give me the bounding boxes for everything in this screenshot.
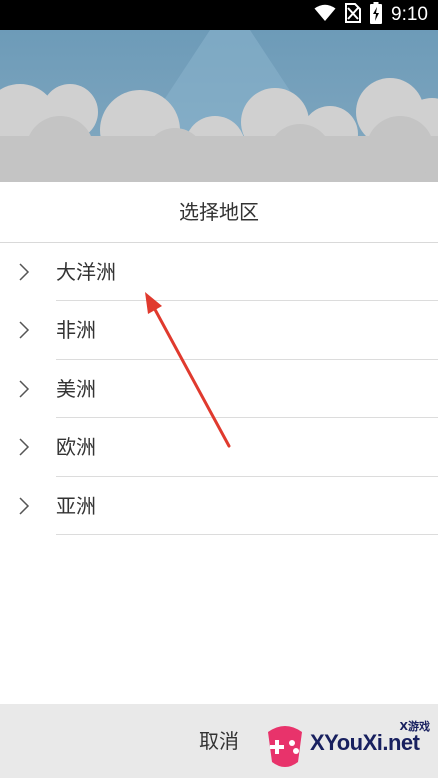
region-item-oceania[interactable]: 大洋洲: [0, 243, 438, 302]
chevron-right-icon: [18, 379, 30, 399]
region-list: 大洋洲 非洲 美洲 欧洲 亚洲: [0, 243, 438, 535]
region-item-europe[interactable]: 欧洲: [0, 418, 438, 477]
region-picker-dialog: 选择地区 大洋洲 非洲 美洲 欧洲 亚洲: [0, 182, 438, 704]
region-label: 非洲: [56, 318, 96, 343]
row-divider: [56, 533, 438, 535]
chevron-right-icon: [18, 320, 30, 340]
region-label: 美洲: [56, 376, 96, 401]
dialog-title: 选择地区: [179, 200, 259, 224]
header-background: [0, 30, 438, 182]
region-label: 大洋洲: [56, 260, 116, 284]
gamepad-logo-icon: [268, 726, 302, 767]
chevron-right-icon: [18, 496, 30, 516]
region-label: 亚洲: [56, 493, 96, 518]
region-item-asia[interactable]: 亚洲: [0, 477, 438, 535]
region-item-americas[interactable]: 美洲: [0, 360, 438, 419]
no-sim-icon: [345, 3, 362, 27]
chevron-right-icon: [18, 262, 30, 282]
watermark-brand: XYouXi.net: [310, 730, 420, 755]
battery-charging-icon: [370, 2, 383, 28]
chevron-right-icon: [18, 437, 30, 457]
wifi-icon: [314, 4, 336, 26]
region-item-africa[interactable]: 非洲: [0, 301, 438, 360]
status-time: 9:10: [391, 4, 428, 25]
watermark-logo: X游戏 XYouXi.net: [262, 716, 434, 774]
status-bar: 9:10: [0, 0, 438, 30]
region-label: 欧洲: [56, 435, 96, 460]
